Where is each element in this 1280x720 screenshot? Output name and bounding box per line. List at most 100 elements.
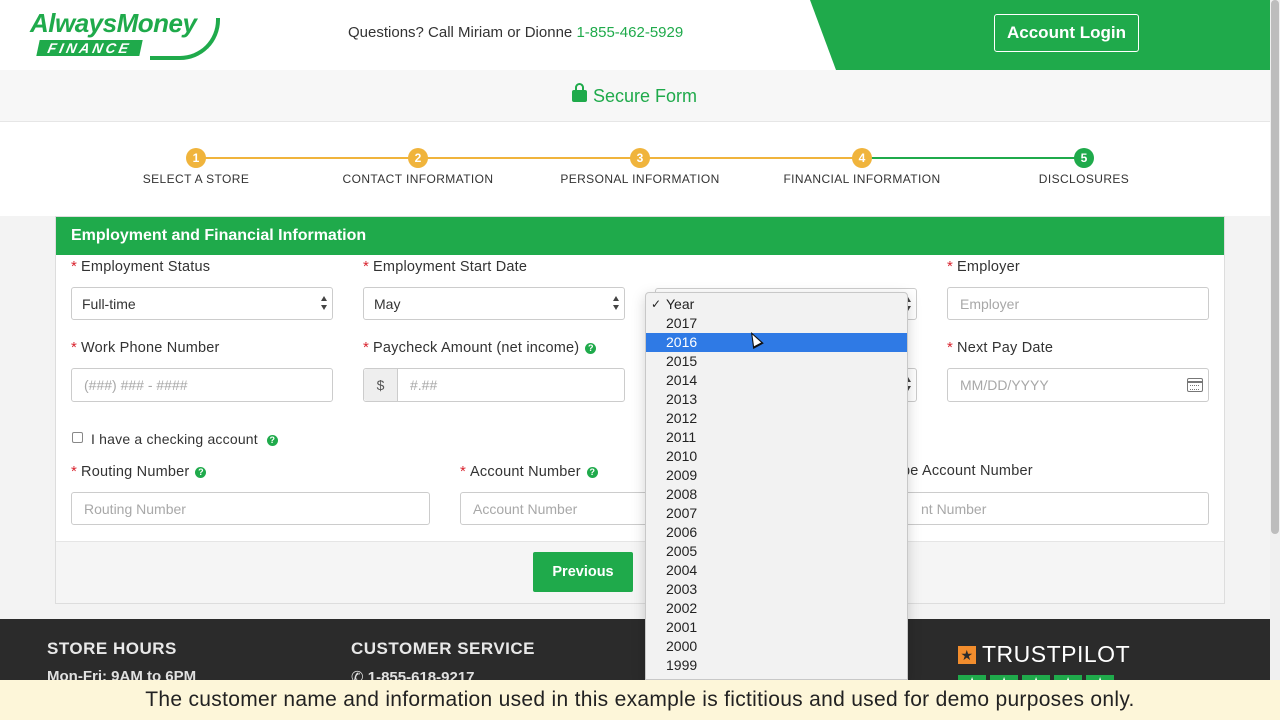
- year-option[interactable]: 2017: [646, 314, 907, 333]
- paycheck-amount-input[interactable]: [410, 369, 624, 401]
- questions-text: Questions? Call Miriam or Dionne: [348, 24, 573, 41]
- step-number: 4: [852, 148, 872, 168]
- label-text: Routing Number: [81, 464, 190, 480]
- year-option[interactable]: 2007: [646, 504, 907, 523]
- help-icon[interactable]: ?: [195, 467, 207, 478]
- step-label: SELECT A STORE: [142, 172, 250, 186]
- label-text: pe Account Number: [902, 463, 1033, 479]
- step-number: 1: [186, 148, 206, 168]
- year-option[interactable]: 2014: [646, 371, 907, 390]
- required-mark: *: [363, 339, 370, 356]
- step-label: FINANCIAL INFORMATION: [783, 172, 941, 186]
- help-icon[interactable]: ?: [586, 467, 598, 478]
- retype-account-number-input[interactable]: [921, 493, 1208, 525]
- customer-service-title: CUSTOMER SERVICE: [351, 639, 536, 658]
- scrollbar-thumb[interactable]: [1271, 0, 1279, 534]
- demo-disclaimer: The customer name and information used i…: [0, 680, 1280, 720]
- employment-status-select[interactable]: Full-time: [71, 287, 333, 320]
- year-option[interactable]: 2000: [646, 637, 907, 656]
- header-phone-link[interactable]: 1-855-462-5929: [576, 24, 683, 41]
- work-phone-label: * Work Phone Number: [71, 339, 220, 356]
- year-dropdown-list[interactable]: ✓ Year 2017 2016 2015 2014 2013 2012 2011…: [645, 292, 908, 680]
- trustpilot-star-icon: ★: [958, 646, 976, 664]
- account-number-field[interactable]: [460, 492, 650, 525]
- step-personal-information: 3 PERSONAL INFORMATION: [530, 148, 750, 186]
- year-option[interactable]: 2015: [646, 352, 907, 371]
- dollar-addon: $: [364, 369, 398, 401]
- select-arrows-icon: [321, 296, 328, 312]
- account-number-input[interactable]: [473, 493, 649, 525]
- step-select-store: 1 SELECT A STORE: [86, 148, 306, 186]
- label-text: I have a checking account: [91, 431, 258, 447]
- work-phone-field[interactable]: [71, 368, 333, 402]
- routing-number-label: * Routing Number?: [71, 463, 207, 480]
- year-option[interactable]: 2005: [646, 542, 907, 561]
- paycheck-amount-label: * Paycheck Amount (net income)?: [363, 339, 597, 356]
- next-pay-date-input[interactable]: [960, 369, 1208, 401]
- account-number-label: * Account Number?: [460, 463, 598, 480]
- year-option[interactable]: 2006: [646, 523, 907, 542]
- required-mark: *: [71, 258, 78, 275]
- year-option[interactable]: 2003: [646, 580, 907, 599]
- year-option[interactable]: 1999: [646, 656, 907, 675]
- panel-title: Employment and Financial Information: [56, 217, 1224, 255]
- check-icon: ✓: [651, 297, 662, 311]
- start-month-select[interactable]: May: [363, 287, 625, 320]
- label-text: Employment Start Date: [373, 259, 528, 275]
- paycheck-amount-field[interactable]: $: [363, 368, 625, 402]
- logo-subtitle: FINANCE: [36, 40, 143, 56]
- next-pay-date-label: * Next Pay Date: [947, 339, 1053, 356]
- calendar-icon[interactable]: [1187, 378, 1203, 392]
- required-mark: *: [947, 339, 954, 356]
- next-pay-date-field[interactable]: [947, 368, 1209, 402]
- label-text: Next Pay Date: [957, 340, 1054, 356]
- trustpilot-text: TRUSTPILOT: [982, 641, 1131, 667]
- step-number: 5: [1074, 148, 1094, 168]
- option-text: Year: [666, 296, 695, 312]
- select-value: Full-time: [82, 296, 136, 312]
- step-label: PERSONAL INFORMATION: [560, 172, 720, 186]
- label-text: Work Phone Number: [81, 340, 220, 356]
- step-financial-information: 4 FINANCIAL INFORMATION: [752, 148, 972, 186]
- account-login-button[interactable]: Account Login: [994, 14, 1139, 52]
- step-disclosures: 5 DISCLOSURES: [974, 148, 1194, 186]
- year-option[interactable]: ✓ Year: [646, 295, 907, 314]
- year-option[interactable]: 2002: [646, 599, 907, 618]
- year-option[interactable]: 2013: [646, 390, 907, 409]
- retype-account-number-field[interactable]: [900, 492, 1209, 525]
- routing-number-input[interactable]: [84, 493, 429, 525]
- required-mark: *: [71, 463, 78, 480]
- routing-number-field[interactable]: [71, 492, 430, 525]
- store-hours-title: STORE HOURS: [47, 639, 177, 658]
- secure-form-label: Secure Form: [593, 86, 698, 106]
- help-icon[interactable]: ?: [585, 343, 597, 354]
- step-label: DISCLOSURES: [1038, 172, 1130, 186]
- previous-button[interactable]: Previous: [533, 552, 633, 592]
- year-option[interactable]: 2004: [646, 561, 907, 580]
- logo-swoosh-icon: [150, 18, 220, 60]
- year-option[interactable]: 2008: [646, 485, 907, 504]
- alwaysmoney-logo[interactable]: AlwaysMoney FINANCE: [30, 8, 220, 60]
- year-option[interactable]: 2009: [646, 466, 907, 485]
- year-option[interactable]: 2001: [646, 618, 907, 637]
- secure-form-title: Secure Form: [572, 83, 698, 107]
- required-mark: *: [71, 339, 78, 356]
- trustpilot-logo[interactable]: ★ TRUSTPILOT: [958, 641, 1130, 668]
- employer-input[interactable]: [960, 288, 1208, 320]
- checking-account-checkbox[interactable]: [72, 432, 83, 443]
- year-option-selected[interactable]: 2016: [646, 333, 907, 352]
- label-text: Employment Status: [81, 259, 211, 275]
- employment-panel: Employment and Financial Information: [55, 216, 1225, 604]
- required-mark: *: [460, 463, 467, 480]
- help-icon[interactable]: ?: [266, 435, 278, 446]
- label-text: Employer: [957, 259, 1020, 275]
- year-option[interactable]: 2012: [646, 409, 907, 428]
- work-phone-input[interactable]: [84, 369, 332, 401]
- panel-footer: [56, 541, 1224, 603]
- employer-field[interactable]: [947, 287, 1209, 320]
- step-number: 3: [630, 148, 650, 168]
- employment-status-label: * Employment Status: [71, 258, 210, 275]
- year-option[interactable]: 2010: [646, 447, 907, 466]
- employment-start-date-label: * Employment Start Date: [363, 258, 527, 275]
- year-option[interactable]: 2011: [646, 428, 907, 447]
